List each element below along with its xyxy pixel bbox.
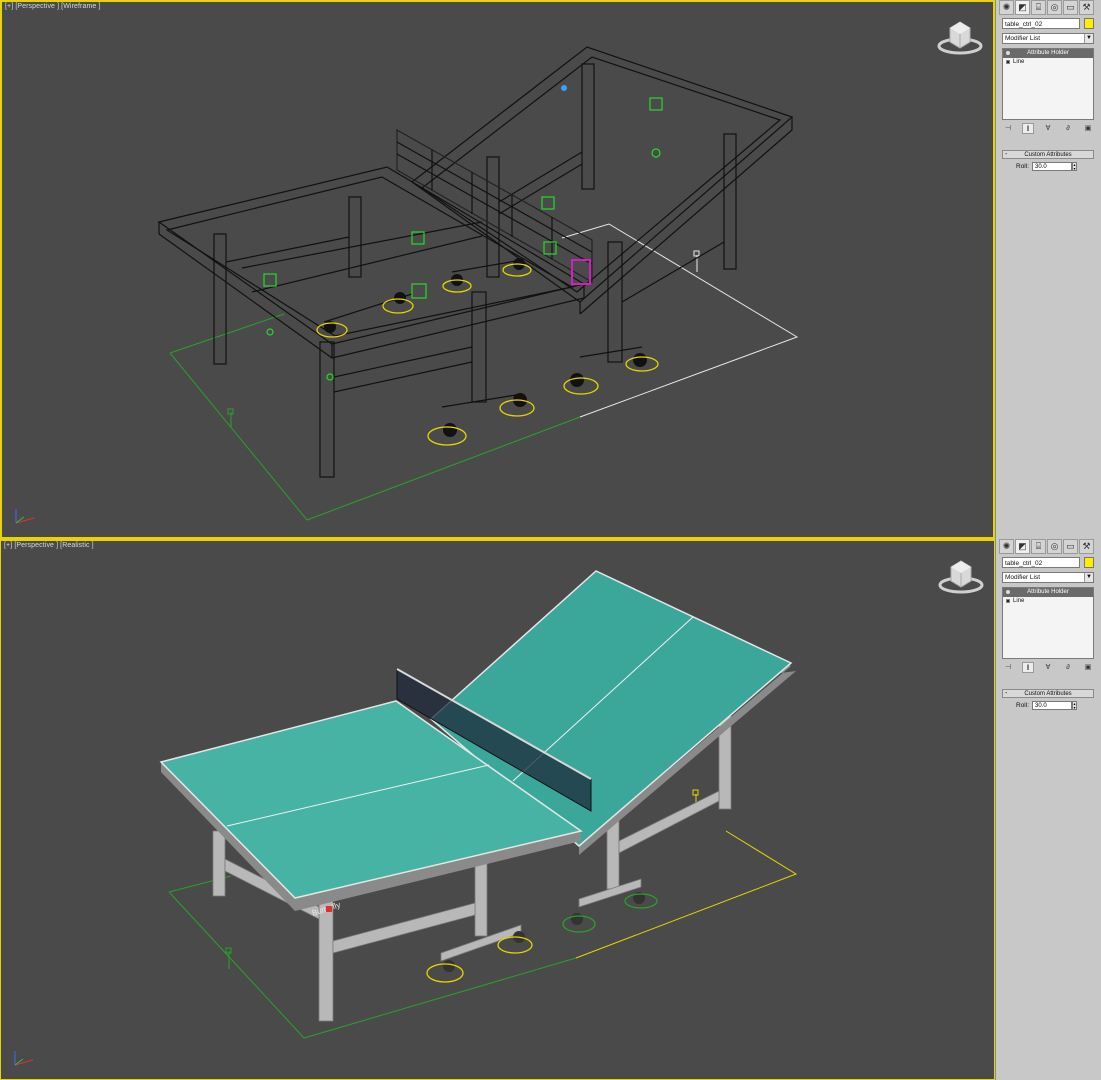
roll-spinner[interactable]: ▴ ▾ <box>1072 162 1077 171</box>
viewcube[interactable] <box>937 16 983 56</box>
hierarchy-tab[interactable]: ⌸ <box>1031 0 1046 15</box>
ground-outline-green <box>169 352 581 521</box>
viewcube[interactable] <box>938 555 984 595</box>
right-half-frame <box>410 46 794 303</box>
left-half-frame <box>157 166 586 345</box>
modifier-stack[interactable]: Attribute Holder Line <box>1002 48 1094 120</box>
display-tab[interactable]: ▭ <box>1063 539 1078 554</box>
command-panel: ✺ ◩ ⌸ ◎ ▭ ⚒ table_ctrl_02 Modifier List … <box>995 0 1101 539</box>
create-tab[interactable]: ✺ <box>999 539 1014 554</box>
light-bulb-icon[interactable] <box>1006 51 1010 55</box>
motion-tab[interactable]: ◎ <box>1047 0 1062 15</box>
stack-toolbar: ⊣ ‖ ∀ ∂ ▣ <box>1002 662 1094 674</box>
expand-icon[interactable] <box>1006 60 1010 64</box>
utilities-tab[interactable]: ⚒ <box>1079 0 1094 15</box>
collapse-icon[interactable]: - <box>1005 151 1007 159</box>
stack-toolbar: ⊣ ‖ ∀ ∂ ▣ <box>1002 123 1094 135</box>
object-color-swatch[interactable] <box>1084 557 1094 568</box>
axis-tripod-icon <box>15 509 35 524</box>
stack-item-line[interactable]: Line <box>1003 597 1093 606</box>
modifier-list-dropdown[interactable]: Modifier List ▼ <box>1002 572 1094 583</box>
remove-modifier-icon[interactable]: ∂ <box>1062 662 1074 673</box>
make-unique-icon[interactable]: ∀ <box>1042 662 1054 673</box>
command-panel-tabs: ✺ ◩ ⌸ ◎ ▭ ⚒ <box>999 0 1101 16</box>
net-wireframe <box>396 128 593 284</box>
command-panel: ✺ ◩ ⌸ ◎ ▭ ⚒ table_ctrl_02 Modifier List … <box>995 539 1101 1080</box>
make-unique-icon[interactable]: ∀ <box>1042 123 1054 134</box>
modifier-stack[interactable]: Attribute Holder Line <box>1002 587 1094 659</box>
roll-parameter: Roll: 30.0 ▴ ▾ <box>1002 161 1094 173</box>
stack-item-attribute-holder[interactable]: Attribute Holder <box>1003 588 1093 597</box>
roll-label: Roll: <box>1016 702 1030 709</box>
remove-modifier-icon[interactable]: ∂ <box>1062 123 1074 134</box>
modifier-list-label: Modifier List <box>1005 574 1041 581</box>
object-color-swatch[interactable] <box>1084 18 1094 29</box>
realistic-table-model[interactable]: Butterfly <box>1 541 994 1080</box>
modifier-list-label: Modifier List <box>1005 35 1041 42</box>
pin-stack-icon[interactable]: ⊣ <box>1002 662 1014 673</box>
roll-parameter: Roll: 30.0 ▴ ▾ <box>1002 700 1094 712</box>
viewport-perspective-realistic[interactable]: [+] [Perspective ] [Realistic ] <box>0 539 995 1080</box>
object-name-field[interactable]: table_ctrl_02 <box>1002 18 1080 29</box>
modifier-list-dropdown[interactable]: Modifier List ▼ <box>1002 33 1094 44</box>
configure-modifier-sets-icon[interactable]: ▣ <box>1082 662 1094 673</box>
light-bulb-icon[interactable] <box>1006 590 1010 594</box>
chevron-down-icon[interactable]: ▼ <box>1084 34 1093 43</box>
show-end-result-icon[interactable]: ‖ <box>1022 123 1034 134</box>
motion-tab[interactable]: ◎ <box>1047 539 1062 554</box>
pin-stack-icon[interactable]: ⊣ <box>1002 123 1014 134</box>
modify-tab[interactable]: ◩ <box>1015 0 1030 15</box>
collapse-icon[interactable]: - <box>1005 690 1007 698</box>
roll-label: Roll: <box>1016 163 1030 170</box>
viewport-perspective-wireframe[interactable]: [+] [Perspective ] [Wireframe ] <box>0 0 995 539</box>
command-panel-tabs: ✺ ◩ ⌸ ◎ ▭ ⚒ <box>999 539 1101 555</box>
utilities-tab[interactable]: ⚒ <box>1079 539 1094 554</box>
configure-modifier-sets-icon[interactable]: ▣ <box>1082 123 1094 134</box>
object-name-field[interactable]: table_ctrl_02 <box>1002 557 1080 568</box>
expand-icon[interactable] <box>1006 599 1010 603</box>
modify-tab[interactable]: ◩ <box>1015 539 1030 554</box>
create-tab[interactable]: ✺ <box>999 0 1014 15</box>
display-tab[interactable]: ▭ <box>1063 0 1078 15</box>
axis-tripod-icon <box>14 1051 34 1066</box>
roll-input[interactable]: 30.0 <box>1032 162 1072 171</box>
chevron-down-icon[interactable]: ▼ <box>1084 573 1093 582</box>
custom-attributes-rollout[interactable]: - Custom Attributes <box>1002 689 1094 698</box>
stack-item-line[interactable]: Line <box>1003 58 1093 67</box>
roll-spinner[interactable]: ▴ ▾ <box>1072 701 1077 710</box>
stack-item-attribute-holder[interactable]: Attribute Holder <box>1003 49 1093 58</box>
hierarchy-tab[interactable]: ⌸ <box>1031 539 1046 554</box>
wireframe-table-model[interactable] <box>2 2 993 537</box>
custom-attributes-rollout[interactable]: - Custom Attributes <box>1002 150 1094 159</box>
roll-input[interactable]: 30.0 <box>1032 701 1072 710</box>
show-end-result-icon[interactable]: ‖ <box>1022 662 1034 673</box>
